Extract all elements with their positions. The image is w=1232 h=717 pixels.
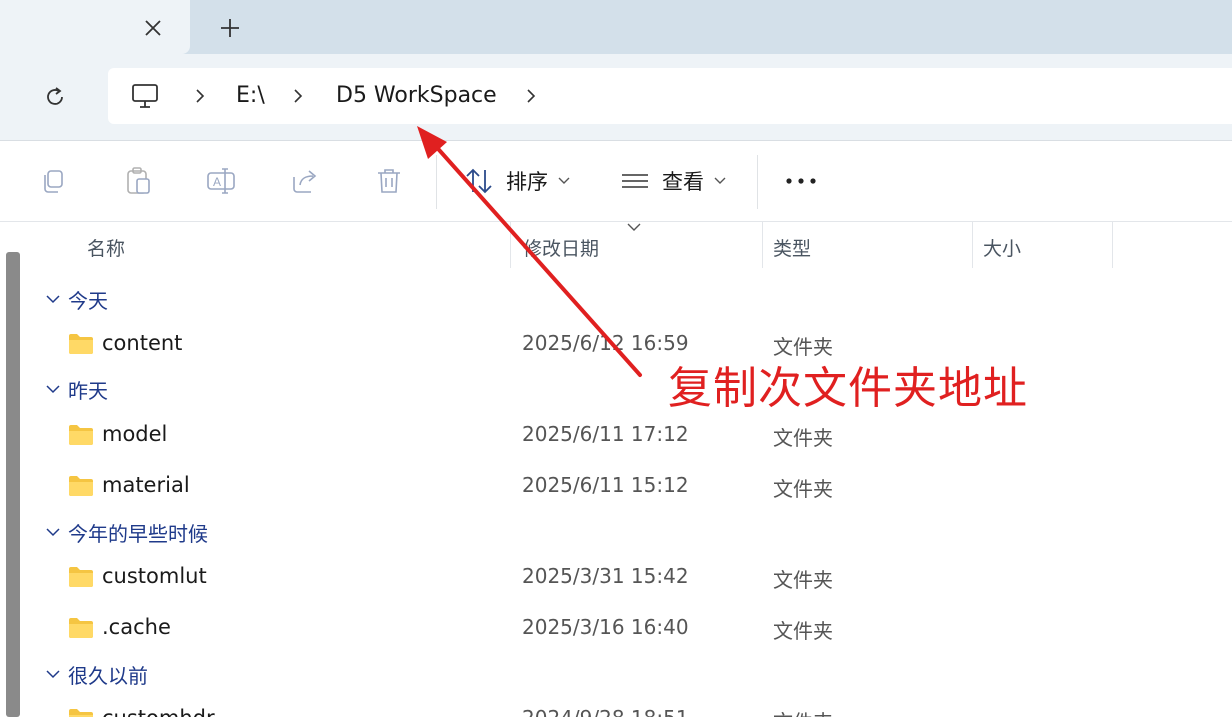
list-item[interactable]: customhdr 2024/9/28 18:51 文件夹 bbox=[0, 700, 1232, 717]
command-bar: A 排序 查看 bbox=[0, 141, 1232, 222]
sort-icon bbox=[466, 168, 492, 194]
item-name: model bbox=[102, 422, 168, 446]
item-type: 文件夹 bbox=[773, 619, 833, 643]
copy-icon[interactable] bbox=[38, 165, 70, 197]
column-divider[interactable] bbox=[510, 222, 511, 268]
item-date: 2025/3/31 15:42 bbox=[522, 564, 689, 588]
more-options-icon[interactable] bbox=[780, 165, 822, 197]
item-name: customlut bbox=[102, 564, 207, 588]
chevron-right-icon[interactable] bbox=[290, 86, 306, 106]
item-name: customhdr bbox=[102, 706, 215, 717]
tab-strip bbox=[0, 0, 1232, 54]
item-name: .cache bbox=[102, 615, 171, 639]
view-list-icon bbox=[622, 174, 648, 188]
item-type: 文件夹 bbox=[773, 568, 833, 592]
folder-icon bbox=[69, 476, 93, 496]
navigation-bar: E:\ D5 WorkSpace bbox=[0, 54, 1232, 141]
item-name: content bbox=[102, 331, 183, 355]
folder-icon bbox=[69, 334, 93, 354]
view-button[interactable]: 查看 bbox=[620, 163, 726, 199]
sort-button[interactable]: 排序 bbox=[464, 163, 570, 199]
chevron-down-icon bbox=[714, 177, 726, 184]
group-label: 今年的早些时候 bbox=[68, 521, 208, 546]
sort-indicator-icon bbox=[627, 223, 641, 231]
item-date: 2025/6/11 17:12 bbox=[522, 422, 689, 446]
item-type: 文件夹 bbox=[773, 706, 833, 717]
share-icon[interactable] bbox=[289, 165, 321, 197]
column-type[interactable]: 类型 bbox=[773, 234, 811, 261]
breadcrumb-drive[interactable]: E:\ bbox=[236, 82, 265, 110]
rename-icon[interactable]: A bbox=[205, 165, 237, 197]
refresh-icon[interactable] bbox=[36, 78, 74, 116]
item-date: 2024/9/28 18:51 bbox=[522, 706, 689, 717]
group-header[interactable]: 昨天 bbox=[46, 374, 108, 404]
breadcrumb-folder[interactable]: D5 WorkSpace bbox=[336, 82, 497, 110]
list-item[interactable]: customlut 2025/3/31 15:42 文件夹 bbox=[0, 558, 1232, 598]
folder-icon bbox=[69, 567, 93, 587]
folder-icon bbox=[69, 709, 93, 717]
chevron-down-icon bbox=[558, 177, 570, 184]
item-type: 文件夹 bbox=[773, 477, 833, 501]
toolbar-divider bbox=[757, 155, 758, 209]
group-label: 昨天 bbox=[68, 378, 108, 403]
item-name: material bbox=[102, 473, 190, 497]
sort-label: 排序 bbox=[506, 170, 548, 194]
chevron-down-icon bbox=[46, 528, 60, 537]
chevron-right-icon[interactable] bbox=[523, 86, 539, 106]
annotation-text: 复制次文件夹地址 bbox=[668, 363, 1028, 414]
this-pc-icon[interactable] bbox=[130, 81, 160, 111]
column-divider[interactable] bbox=[762, 222, 763, 268]
chevron-down-icon bbox=[46, 385, 60, 394]
folder-icon bbox=[69, 618, 93, 638]
chevron-right-icon[interactable] bbox=[192, 86, 208, 106]
group-label: 今天 bbox=[68, 288, 108, 313]
column-date[interactable]: 修改日期 bbox=[523, 234, 599, 261]
list-item[interactable]: material 2025/6/11 15:12 文件夹 bbox=[0, 467, 1232, 507]
group-label: 很久以前 bbox=[68, 663, 148, 688]
group-header[interactable]: 今年的早些时候 bbox=[46, 517, 208, 547]
item-date: 2025/3/16 16:40 bbox=[522, 615, 689, 639]
column-size[interactable]: 大小 bbox=[983, 234, 1021, 261]
address-bar[interactable]: E:\ D5 WorkSpace bbox=[108, 68, 1232, 124]
column-name[interactable]: 名称 bbox=[87, 234, 125, 261]
svg-text:A: A bbox=[213, 175, 221, 189]
view-label: 查看 bbox=[662, 170, 704, 194]
list-item[interactable]: content 2025/6/12 16:59 文件夹 bbox=[0, 325, 1232, 365]
item-date: 2025/6/11 15:12 bbox=[522, 473, 689, 497]
folder-icon bbox=[69, 425, 93, 445]
chevron-down-icon bbox=[46, 670, 60, 679]
item-type: 文件夹 bbox=[773, 426, 833, 450]
delete-icon[interactable] bbox=[373, 165, 405, 197]
close-icon[interactable] bbox=[138, 13, 168, 43]
list-item[interactable]: model 2025/6/11 17:12 文件夹 bbox=[0, 416, 1232, 456]
column-divider[interactable] bbox=[1112, 222, 1113, 268]
chevron-down-icon bbox=[46, 295, 60, 304]
list-item[interactable]: .cache 2025/3/16 16:40 文件夹 bbox=[0, 609, 1232, 649]
plus-icon[interactable] bbox=[214, 13, 246, 43]
toolbar-divider bbox=[436, 155, 437, 209]
group-header[interactable]: 今天 bbox=[46, 284, 108, 314]
group-header[interactable]: 很久以前 bbox=[46, 659, 148, 689]
item-date: 2025/6/12 16:59 bbox=[522, 331, 689, 355]
paste-icon[interactable] bbox=[122, 165, 154, 197]
column-divider[interactable] bbox=[972, 222, 973, 268]
active-tab[interactable] bbox=[0, 0, 190, 54]
